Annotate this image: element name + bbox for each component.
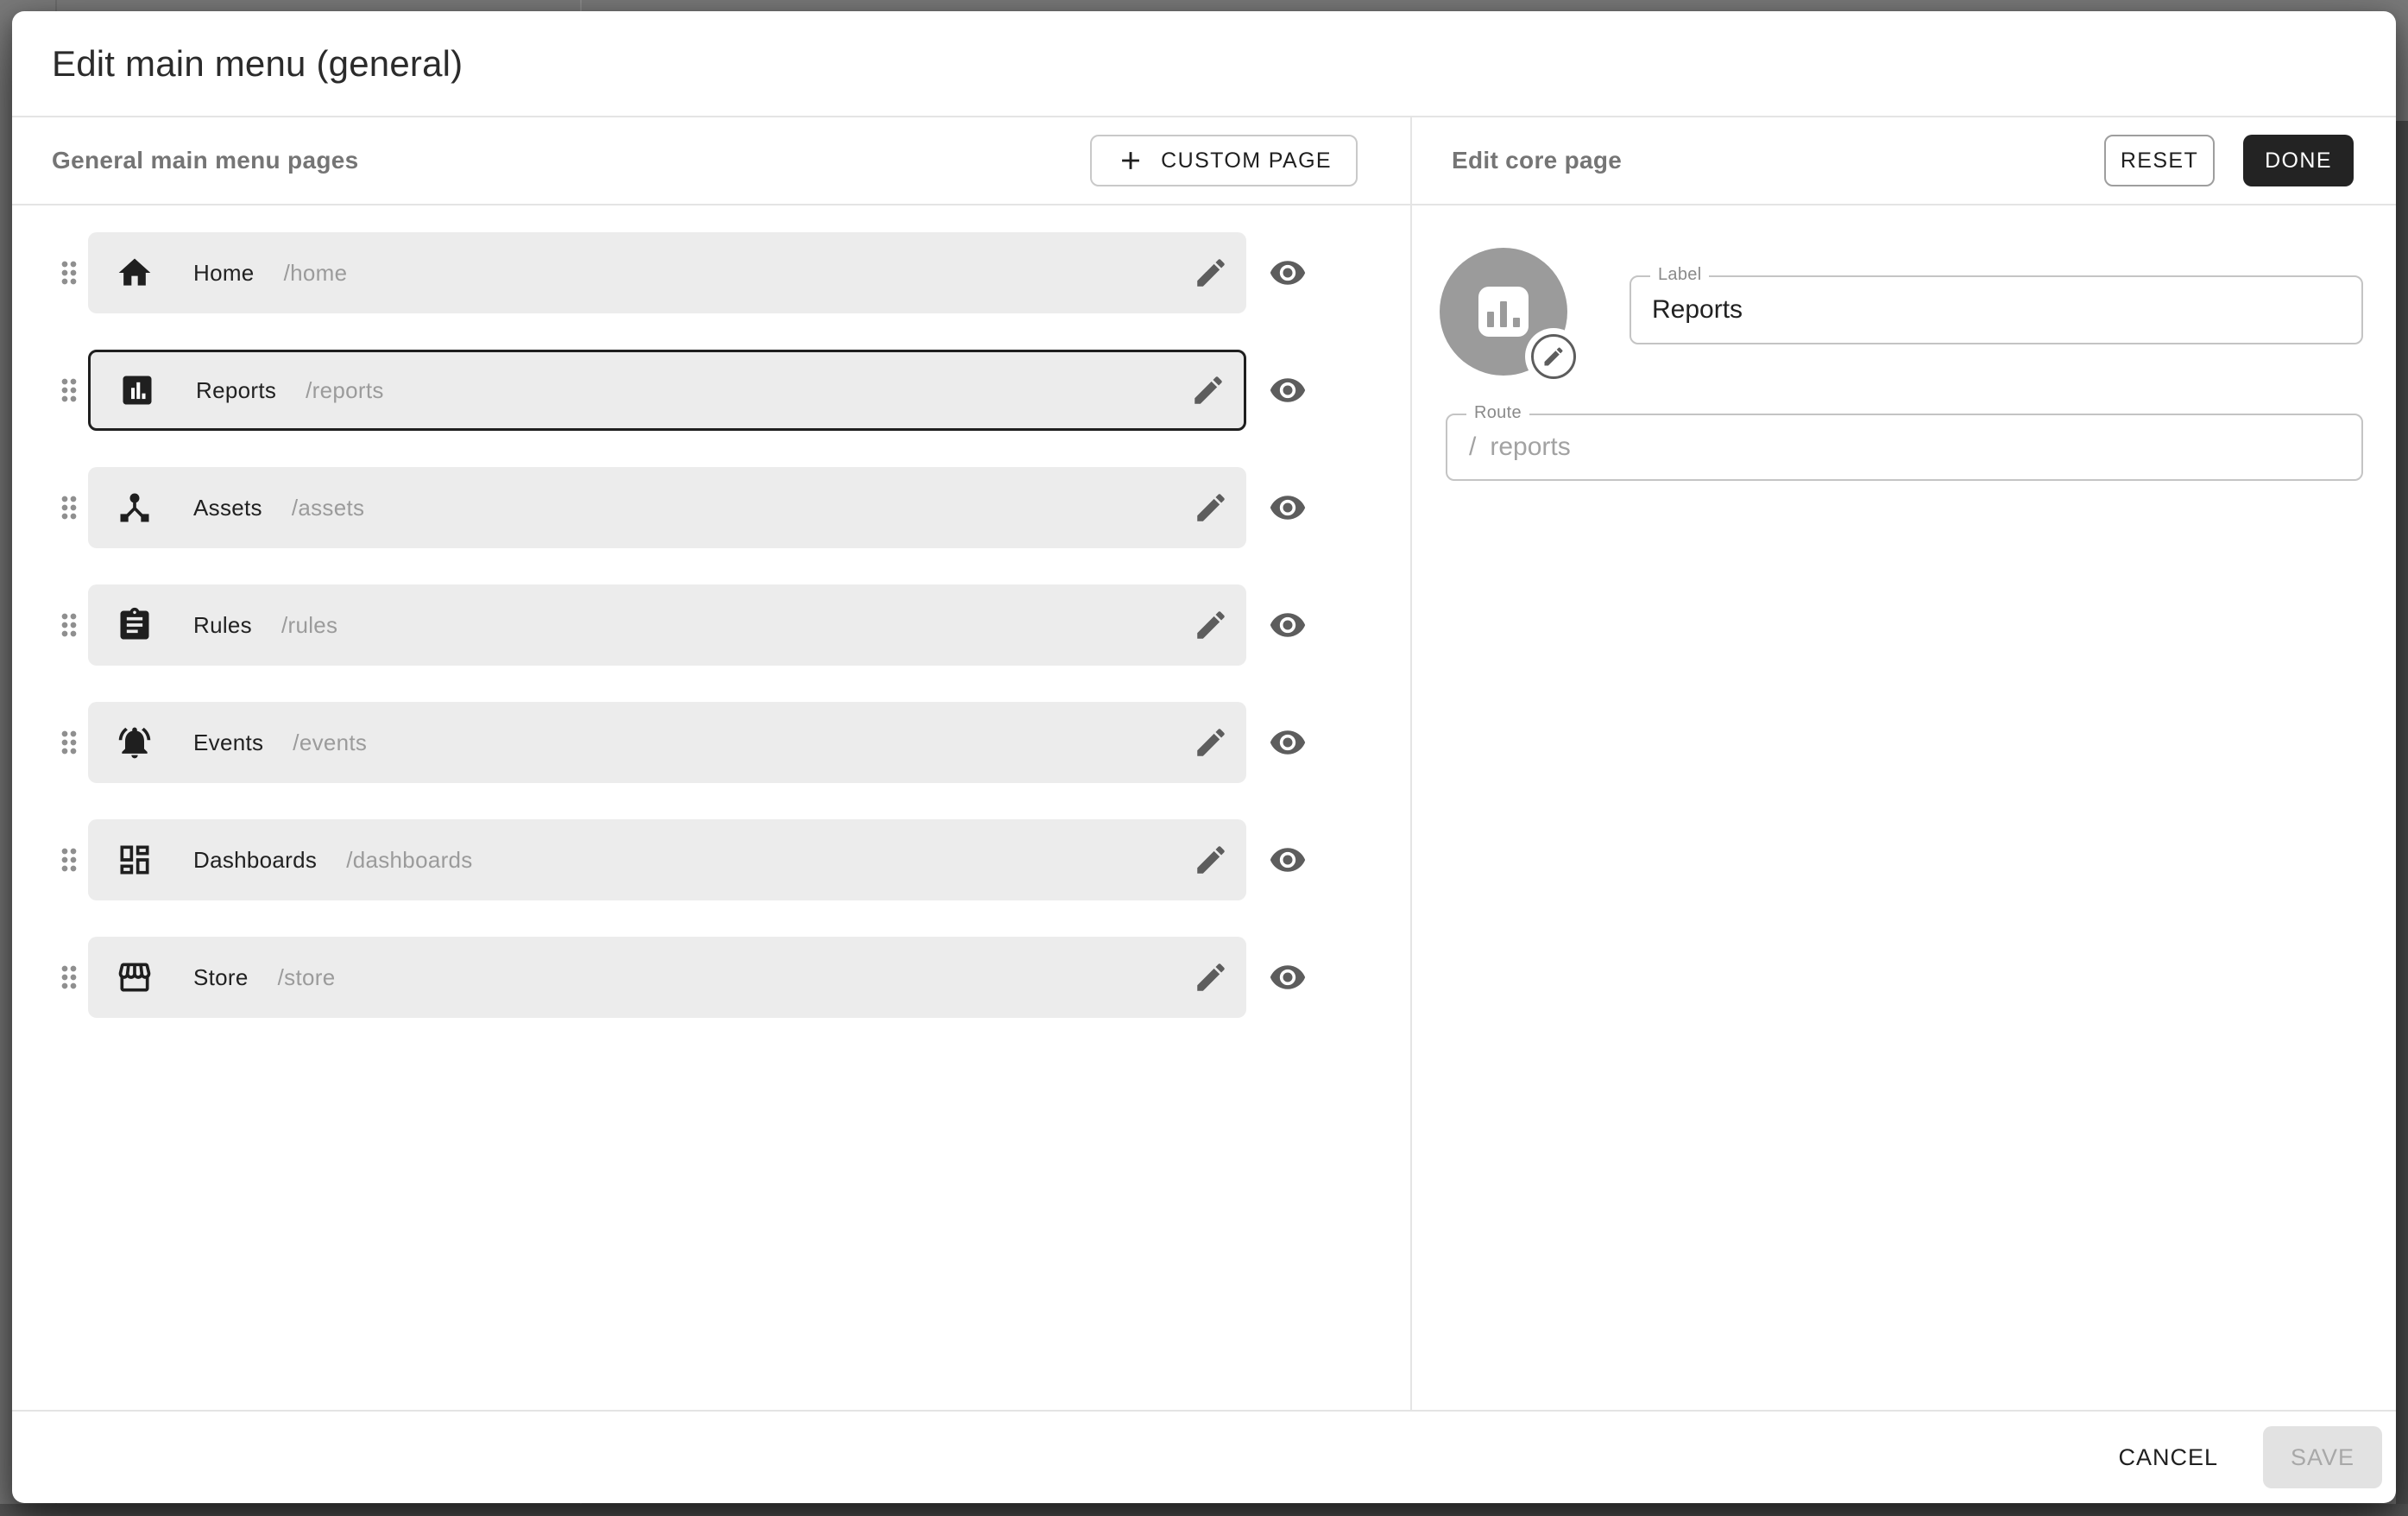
label-field: Label	[1629, 275, 2363, 344]
dashboards-icon	[116, 841, 154, 879]
list-item: Assets /assets	[52, 467, 1410, 548]
assets-icon	[116, 489, 154, 527]
events-icon	[116, 723, 154, 761]
backdrop-dark-panel	[0, 1504, 2408, 1516]
route-field-label: Route	[1466, 403, 1529, 423]
visibility-icon[interactable]	[1269, 958, 1307, 996]
drag-handle-icon[interactable]	[52, 373, 86, 407]
drag-handle-icon[interactable]	[52, 843, 86, 877]
list-item: Rules /rules	[52, 584, 1410, 666]
done-button[interactable]: DONE	[2243, 135, 2354, 186]
list-item: Dashboards /dashboards	[52, 819, 1410, 900]
list-item: Home /home	[52, 232, 1410, 313]
route-input[interactable]	[1476, 433, 2361, 462]
menu-item-route: /rules	[281, 612, 337, 639]
menu-item-route: /dashboards	[346, 847, 472, 874]
menu-item-assets[interactable]: Assets /assets	[88, 467, 1246, 548]
list-item: Store /store	[52, 937, 1410, 1018]
reset-button[interactable]: RESET	[2104, 135, 2215, 186]
visibility-icon[interactable]	[1269, 371, 1307, 409]
menu-item-label: Dashboards	[193, 847, 317, 874]
list-item: Reports /reports	[52, 350, 1410, 431]
menu-item-label: Events	[193, 730, 263, 756]
home-icon	[116, 254, 154, 292]
menu-item-store[interactable]: Store /store	[88, 937, 1246, 1018]
menu-item-dashboards[interactable]: Dashboards /dashboards	[88, 819, 1246, 900]
visibility-icon[interactable]	[1269, 841, 1307, 879]
edit-icon[interactable]	[1193, 255, 1229, 291]
menu-item-route: /events	[293, 730, 367, 756]
menu-item-label: Reports	[196, 377, 276, 404]
store-icon	[116, 958, 154, 996]
right-panel-heading: Edit core page	[1452, 147, 1622, 174]
edit-icon[interactable]	[1193, 607, 1229, 643]
menu-item-route: /assets	[292, 495, 364, 521]
label-field-label: Label	[1650, 265, 1709, 285]
label-input[interactable]	[1631, 295, 2361, 325]
panel-headers: General main menu pages CUSTOM PAGE Edit…	[12, 117, 2396, 205]
dialog-footer: CANCEL SAVE	[12, 1410, 2396, 1503]
change-icon-button[interactable]	[1531, 334, 1576, 379]
visibility-icon[interactable]	[1269, 723, 1307, 761]
menu-item-label: Home	[193, 260, 255, 287]
menu-item-route: /store	[278, 964, 336, 991]
menu-item-route: /reports	[306, 377, 384, 404]
route-field: Route /	[1446, 414, 2363, 481]
left-panel-header: General main menu pages CUSTOM PAGE	[12, 117, 1412, 204]
menu-item-home[interactable]: Home /home	[88, 232, 1246, 313]
route-prefix: /	[1447, 433, 1476, 462]
drag-handle-icon[interactable]	[52, 608, 86, 642]
drag-handle-icon[interactable]	[52, 256, 86, 290]
edit-icon[interactable]	[1193, 724, 1229, 761]
pencil-icon	[1541, 344, 1566, 369]
menu-item-reports[interactable]: Reports /reports	[88, 350, 1246, 431]
reports-icon	[1478, 287, 1529, 337]
edit-main-menu-dialog: Edit main menu (general) General main me…	[12, 11, 2396, 1503]
edit-icon[interactable]	[1193, 490, 1229, 526]
visibility-icon[interactable]	[1269, 254, 1307, 292]
list-item: Events /events	[52, 702, 1410, 783]
drag-handle-icon[interactable]	[52, 725, 86, 760]
menu-item-label: Assets	[193, 495, 262, 521]
dialog-title: Edit main menu (general)	[52, 43, 463, 85]
drag-handle-icon[interactable]	[52, 960, 86, 995]
dialog-title-bar: Edit main menu (general)	[12, 11, 2396, 117]
menu-pages-list: Home /home Reports /reports	[12, 205, 1412, 1410]
edit-core-page-panel: Label Route /	[1412, 205, 2396, 1410]
menu-item-label: Rules	[193, 612, 252, 639]
drag-handle-icon[interactable]	[52, 490, 86, 525]
backdrop-dark-panel	[2396, 121, 2408, 1516]
visibility-icon[interactable]	[1269, 606, 1307, 644]
left-panel-heading: General main menu pages	[52, 147, 358, 174]
edit-icon[interactable]	[1193, 842, 1229, 878]
save-button[interactable]: SAVE	[2263, 1426, 2382, 1488]
right-panel-header: Edit core page RESET DONE	[1412, 117, 2396, 204]
menu-item-label: Store	[193, 964, 249, 991]
cancel-button[interactable]: CANCEL	[2092, 1426, 2244, 1488]
rules-icon	[116, 606, 154, 644]
custom-page-button[interactable]: CUSTOM PAGE	[1090, 135, 1358, 186]
reports-icon	[118, 371, 156, 409]
menu-item-events[interactable]: Events /events	[88, 702, 1246, 783]
visibility-icon[interactable]	[1269, 489, 1307, 527]
menu-item-rules[interactable]: Rules /rules	[88, 584, 1246, 666]
menu-item-route: /home	[284, 260, 348, 287]
edit-icon[interactable]	[1190, 372, 1226, 408]
edit-icon[interactable]	[1193, 959, 1229, 995]
plus-icon	[1116, 146, 1145, 175]
